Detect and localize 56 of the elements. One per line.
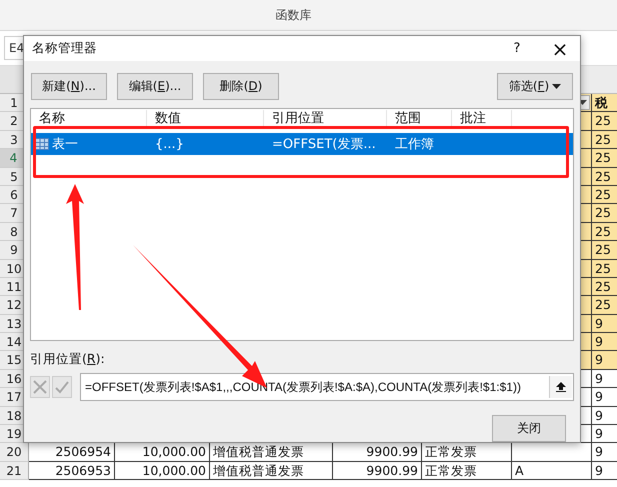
table-cell: 2506953 — [29, 462, 115, 480]
table-cell: 25 — [592, 278, 617, 296]
table-cell: 9 — [592, 314, 617, 334]
table-cell: 9 — [592, 406, 617, 426]
dialog-button[interactable]: 新建(N)... — [31, 73, 107, 100]
field-label: 引用位置(R): — [30, 351, 105, 368]
caret-icon — [552, 84, 562, 90]
column-header[interactable]: 引用位置 — [264, 110, 387, 128]
cancel-icon[interactable] — [30, 376, 50, 398]
scope-text: 工作簿 — [395, 136, 434, 154]
table-icon — [35, 138, 49, 150]
table-cell: 25 — [592, 222, 617, 242]
collapse-button[interactable] — [549, 376, 572, 398]
dialog-button[interactable]: 删除(D) — [203, 73, 279, 100]
reference-text: =OFFSET(发票... — [272, 136, 376, 154]
table-cell: 9 — [592, 425, 617, 444]
table-cell: 9 — [592, 443, 617, 462]
column-header[interactable]: 范围 — [387, 110, 452, 128]
dialog-title: 名称管理器 — [32, 40, 98, 57]
table-cell: A — [512, 462, 592, 480]
table-cell: 10,000.00 — [115, 462, 210, 480]
table-cell: 9 — [592, 351, 617, 370]
table-cell: 25 — [592, 112, 617, 131]
table-cell: 25 — [592, 130, 617, 150]
table-cell: 9900.99 — [333, 462, 422, 480]
close-button[interactable]: 关闭 — [492, 415, 566, 442]
row-header[interactable]: 21 — [0, 462, 29, 480]
table-cell: 9 — [592, 388, 617, 407]
column-header[interactable]: 批注 — [452, 110, 512, 128]
filter-button[interactable]: 筛选(F) — [497, 73, 573, 100]
column-header[interactable]: 名称 — [31, 110, 147, 128]
table-cell: 25 — [592, 204, 617, 223]
help-button[interactable]: ? — [502, 41, 532, 56]
table-cell: 25 — [592, 260, 617, 278]
table-cell: 9 — [592, 333, 617, 352]
ribbon-group-label: 函数库 — [276, 6, 312, 24]
dialog-button[interactable]: 编辑(E)... — [117, 73, 193, 100]
column-header[interactable]: 数值 — [147, 110, 264, 128]
name-text: 表一 — [52, 136, 78, 154]
table-cell: 9 — [592, 370, 617, 388]
table-cell: 税 — [592, 94, 617, 112]
upload-arrow-icon — [556, 382, 566, 392]
row-header[interactable]: 20 — [0, 443, 29, 462]
value-text: {...} — [155, 136, 184, 152]
table-cell: 9 — [592, 462, 617, 480]
table-cell: 25 — [592, 296, 617, 315]
check-icon[interactable] — [52, 376, 72, 398]
table-cell: 增值税普通发票 — [210, 462, 333, 480]
table-cell: 25 — [592, 149, 617, 168]
close-button[interactable]: × — [548, 36, 572, 60]
table-cell: 正常发票 — [422, 462, 512, 480]
name-row[interactable]: 表一 {...} =OFFSET(发票... 工作簿 — [31, 133, 573, 156]
table-cell: 25 — [592, 241, 617, 260]
table-cell: 25 — [592, 168, 617, 186]
table-cell: 25 — [592, 186, 617, 204]
formula-input-field[interactable]: =OFFSET(发票列表!$A$1,,,COUNTA(发票列表!$A:$A),COUNTA(发票列表!$1:$1)) — [80, 373, 574, 401]
